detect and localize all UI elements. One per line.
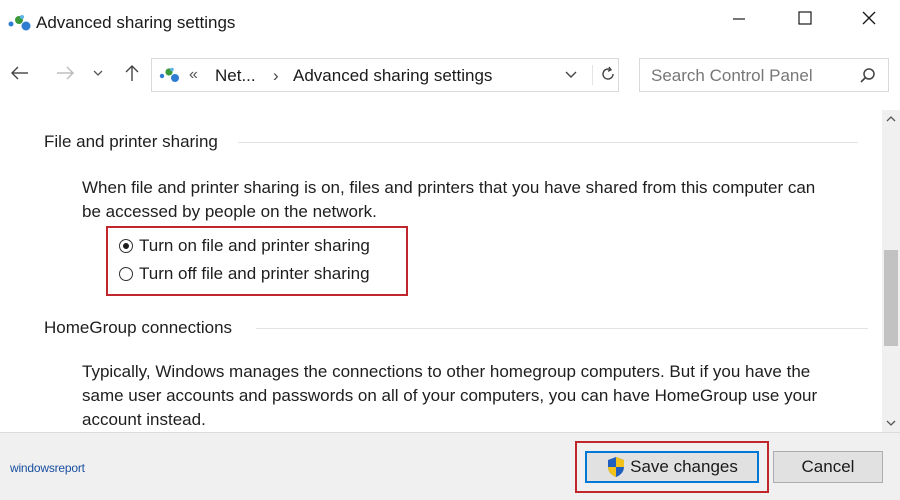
save-changes-button[interactable]: Save changes	[585, 451, 759, 483]
chevron-down-icon	[565, 71, 577, 78]
vertical-scrollbar[interactable]	[882, 110, 900, 432]
search-icon[interactable]	[858, 66, 878, 86]
back-button[interactable]	[8, 61, 32, 85]
network-icon	[159, 67, 179, 82]
file-printer-description-line-1: When file and printer sharing is on, fil…	[82, 178, 816, 197]
maximize-icon	[798, 11, 812, 25]
chevron-down-icon	[886, 420, 896, 426]
section-divider	[256, 328, 868, 329]
refresh-button[interactable]	[592, 65, 619, 85]
breadcrumb-current[interactable]: Advanced sharing settings	[293, 66, 492, 86]
title-bar: Advanced sharing settings	[0, 0, 900, 44]
cancel-button[interactable]: Cancel	[773, 451, 883, 483]
scrollbar-thumb[interactable]	[884, 250, 898, 346]
chevron-up-icon	[886, 116, 896, 122]
address-bar[interactable]: « Net... › Advanced sharing settings	[151, 58, 619, 92]
address-dropdown-button[interactable]	[564, 68, 582, 84]
breadcrumb-separator[interactable]: ›	[273, 66, 279, 86]
breadcrumb-parent[interactable]: Net...	[215, 66, 256, 86]
refresh-icon	[602, 66, 614, 80]
radio-label-turn-on[interactable]: Turn on file and printer sharing	[139, 236, 370, 256]
radio-button-checked[interactable]	[119, 239, 133, 253]
uac-shield-icon	[608, 457, 625, 477]
close-button[interactable]	[838, 0, 900, 36]
scroll-up-button[interactable]	[882, 110, 900, 128]
recent-locations-button[interactable]	[88, 61, 108, 85]
radio-button-unchecked[interactable]	[119, 267, 133, 281]
search-placeholder: Search Control Panel	[651, 66, 813, 85]
network-icon	[8, 15, 31, 31]
footer-bar: windowsreport Save changes Cancel	[0, 432, 900, 500]
forward-arrow-icon	[57, 66, 74, 80]
section-heading-homegroup: HomeGroup connections	[44, 318, 233, 337]
minimize-icon	[733, 18, 745, 20]
homegroup-description-line-3: account instead.	[82, 410, 206, 429]
forward-button[interactable]	[53, 61, 77, 85]
back-arrow-icon	[11, 66, 28, 80]
radio-label-turn-off[interactable]: Turn off file and printer sharing	[139, 264, 370, 284]
file-printer-description-line-2: be accessed by people on the network.	[82, 202, 377, 221]
minimize-button[interactable]	[706, 0, 772, 36]
window-title: Advanced sharing settings	[36, 13, 236, 32]
homegroup-description-line-1: Typically, Windows manages the connectio…	[82, 362, 811, 381]
save-changes-label: Save changes	[630, 457, 738, 476]
breadcrumb-overflow[interactable]: «	[189, 66, 198, 84]
section-heading-file-printer: File and printer sharing	[44, 132, 218, 151]
radio-turn-off-sharing[interactable]: Turn off file and printer sharing	[119, 264, 370, 284]
chevron-down-icon	[93, 70, 103, 76]
windowsreport-logo: windowsreport	[10, 461, 85, 475]
up-arrow-icon	[125, 65, 139, 81]
search-input[interactable]: Search Control Panel	[639, 58, 889, 92]
up-button[interactable]	[120, 61, 144, 85]
maximize-button[interactable]	[772, 0, 838, 36]
radio-turn-on-sharing[interactable]: Turn on file and printer sharing	[119, 236, 370, 256]
scroll-down-button[interactable]	[882, 414, 900, 432]
section-divider	[238, 142, 858, 143]
close-icon	[862, 11, 876, 25]
cancel-label: Cancel	[801, 457, 855, 476]
homegroup-description-line-2: same user accounts and passwords on all …	[82, 386, 818, 405]
settings-content: File and printer sharing When file and p…	[0, 110, 882, 432]
